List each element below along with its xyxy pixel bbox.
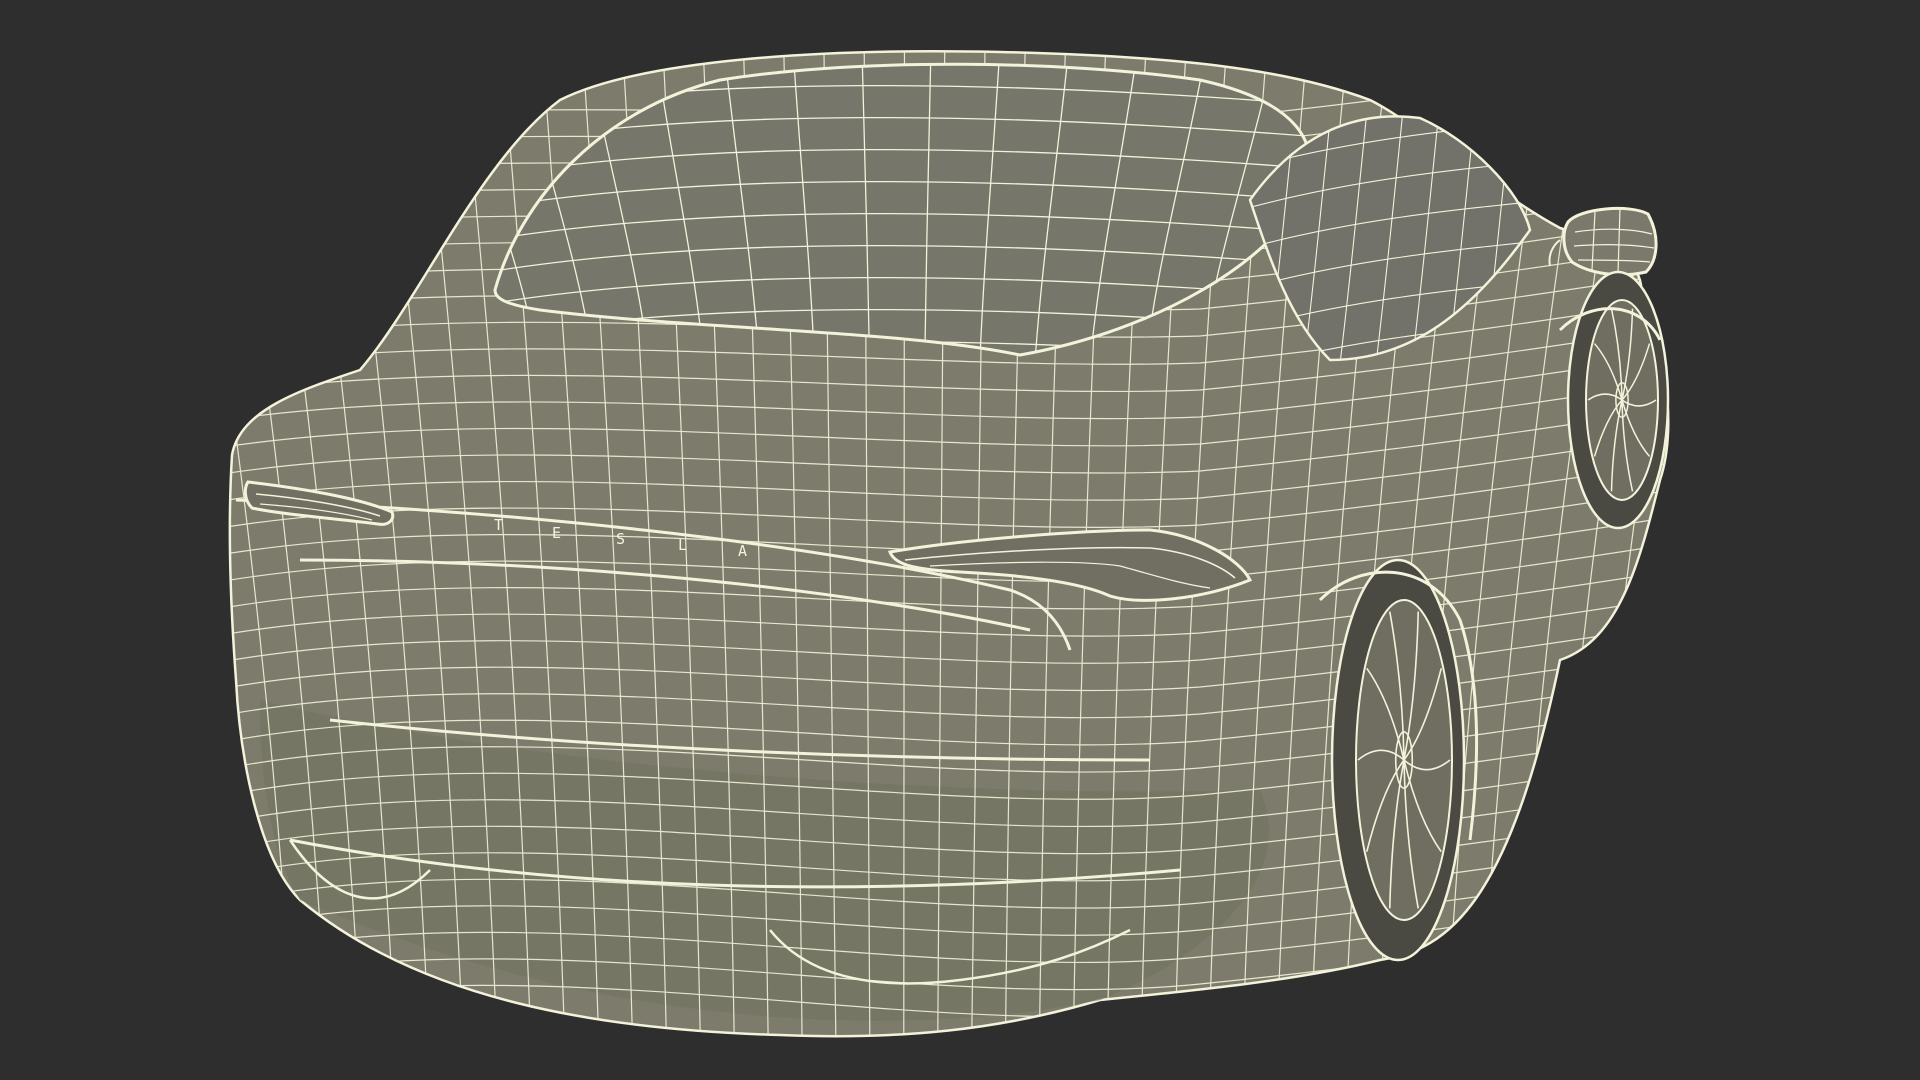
emblem-letter-s: S [616, 530, 625, 548]
emblem-letter-l: L [678, 536, 687, 554]
emblem-letter-t: T [494, 516, 503, 534]
wireframe-render-viewport: T E S L A [0, 0, 1920, 1080]
emblem-letter-a: A [738, 542, 747, 560]
rear-wheel [1330, 558, 1466, 962]
car-wireframe-render: T E S L A [228, 50, 1670, 1038]
emblem-letter-e: E [552, 524, 561, 542]
